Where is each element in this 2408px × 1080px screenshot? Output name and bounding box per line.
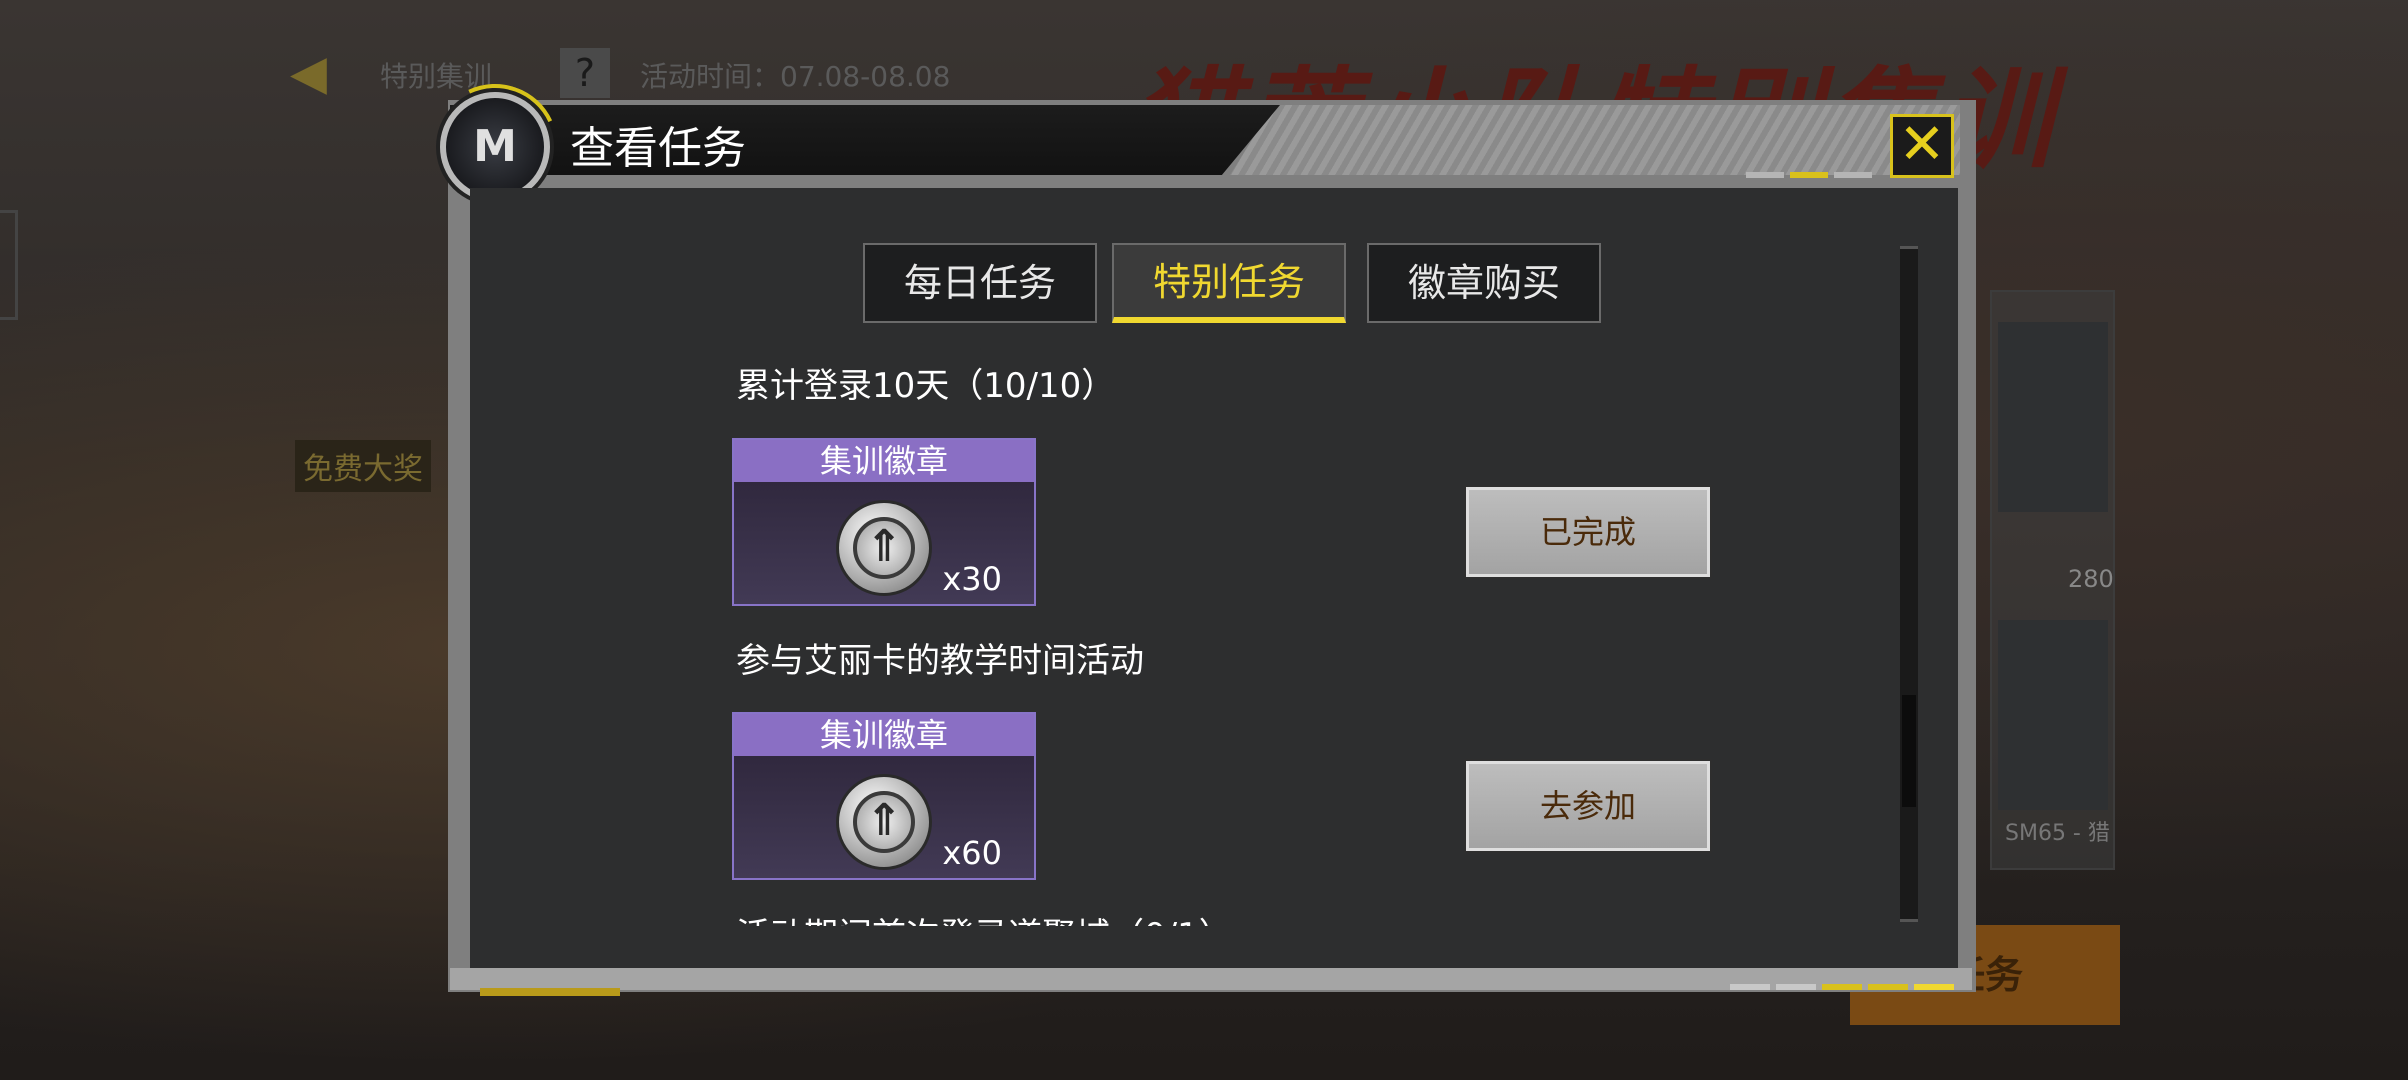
footer-dash-decoration	[1822, 984, 1862, 990]
footer-dash-decoration	[1730, 984, 1770, 990]
bg-activity-time: 活动时间：07.08-08.08	[640, 60, 951, 93]
join-button[interactable]: 去参加	[1466, 761, 1710, 851]
bg-price: 280	[2068, 565, 2114, 593]
reward-quantity: x30	[942, 560, 1002, 598]
medal-arrow-icon: ⇑	[853, 517, 915, 579]
tab-daily-tasks[interactable]: 每日任务	[863, 243, 1097, 323]
help-icon: ?	[560, 48, 610, 98]
task-title: 参与艾丽卡的教学时间活动	[736, 641, 1144, 681]
reward-name: 集训徽章	[734, 714, 1034, 756]
bg-shop-card	[1998, 322, 2108, 512]
modal-title: 查看任务	[570, 123, 746, 174]
header-dash-decoration	[1790, 172, 1828, 178]
bg-free-prize-label: 免费大奖	[295, 440, 431, 492]
scrollbar-track[interactable]	[1900, 246, 1918, 922]
task-list[interactable]: 累计登录10天（10/10） 集训徽章 ⇑ x30 已完成 参与艾丽卡的教学时间…	[720, 350, 1720, 926]
footer-dash-decoration	[1776, 984, 1816, 990]
tab-badge-purchase[interactable]: 徽章购买	[1367, 243, 1601, 323]
task-title: 累计登录10天（10/10）	[736, 366, 1116, 406]
bg-shop-card	[1998, 620, 2108, 810]
tab-special-tasks[interactable]: 特别任务	[1112, 243, 1346, 323]
scrollbar-thumb[interactable]	[1902, 695, 1916, 807]
badge-medal-icon: ⇑	[836, 500, 932, 596]
reward-card: 集训徽章 ⇑ x60	[732, 712, 1036, 880]
task-title: 活动期间首次登录道聚城（0/1）	[736, 908, 1233, 926]
modal-header-stripe	[1230, 105, 1960, 175]
bottom-accent-line	[480, 988, 620, 996]
footer-dash-decoration	[1914, 984, 1954, 990]
medal-arrow-icon: ⇑	[853, 791, 915, 853]
close-button[interactable]: ✕	[1890, 114, 1954, 178]
reward-name: 集训徽章	[734, 440, 1034, 482]
completed-button[interactable]: 已完成	[1466, 487, 1710, 577]
header-dash-decoration	[1834, 172, 1872, 178]
header-dash-decoration	[1746, 172, 1784, 178]
back-arrow-icon: ◀	[290, 45, 327, 101]
emblem-letter: M	[473, 121, 517, 172]
bg-gun-label: SM65 - 猎	[2005, 821, 2110, 846]
reward-quantity: x60	[942, 834, 1002, 872]
footer-dash-decoration	[1868, 984, 1908, 990]
badge-medal-icon: ⇑	[836, 774, 932, 870]
reward-card: 集训徽章 ⇑ x30	[732, 438, 1036, 606]
left-edge-tab	[0, 210, 18, 320]
